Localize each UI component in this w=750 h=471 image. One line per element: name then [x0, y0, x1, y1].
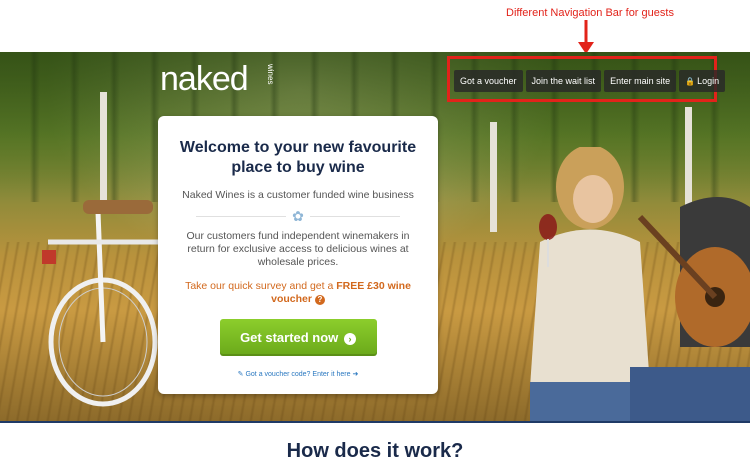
bicycle-image [42, 200, 168, 407]
annotation-label: Different Navigation Bar for guests [506, 7, 674, 19]
annotation-arrow-icon [578, 20, 594, 54]
welcome-subtitle: Naked Wines is a customer funded wine bu… [182, 189, 414, 201]
welcome-title: Welcome to your new favourite place to b… [179, 139, 417, 176]
offer-prefix: Take our quick survey and get a [185, 280, 337, 292]
nav-login-label: Login [697, 76, 720, 86]
nav-join-wait-list[interactable]: Join the wait list [525, 70, 602, 92]
grape-emblem-icon: ✿ [286, 208, 310, 224]
logo-text: naked [160, 60, 249, 98]
logo-subtext: wines [266, 64, 275, 85]
voucher-code-link-label: Got a voucher code? Enter it here [245, 371, 351, 378]
welcome-description: Our customers fund independent winemaker… [186, 230, 410, 268]
nav-login[interactable]: 🔒 Login [679, 70, 726, 92]
survey-offer: Take our quick survey and get a FREE £30… [176, 280, 420, 306]
get-started-button[interactable]: Get started now › [219, 319, 377, 356]
couple-image [530, 147, 750, 422]
chevron-right-circle-icon: › [343, 332, 356, 345]
arrow-right-icon: ➜ [352, 371, 359, 378]
voucher-code-link[interactable]: ✎ Got a voucher code? Enter it here ➜ [176, 370, 420, 378]
welcome-card: Welcome to your new favourite place to b… [158, 116, 438, 394]
question-icon[interactable]: ? [314, 295, 325, 305]
naked-wines-logo[interactable]: naked [160, 60, 249, 99]
nav-enter-main-site[interactable]: Enter main site [604, 70, 677, 92]
nav-got-a-voucher[interactable]: Got a voucher [454, 70, 523, 92]
section-divider [0, 421, 750, 423]
lock-icon: 🔒 [685, 77, 696, 86]
get-started-label: Get started now [240, 330, 339, 345]
guest-navigation-bar: Got a voucher Join the wait list Enter m… [454, 70, 726, 92]
how-it-works-heading: How does it work? [286, 440, 464, 462]
hero-banner: naked wines Got a voucher Join the wait … [0, 52, 750, 422]
card-divider: ✿ [196, 208, 400, 224]
tag-icon: ✎ [237, 371, 244, 378]
